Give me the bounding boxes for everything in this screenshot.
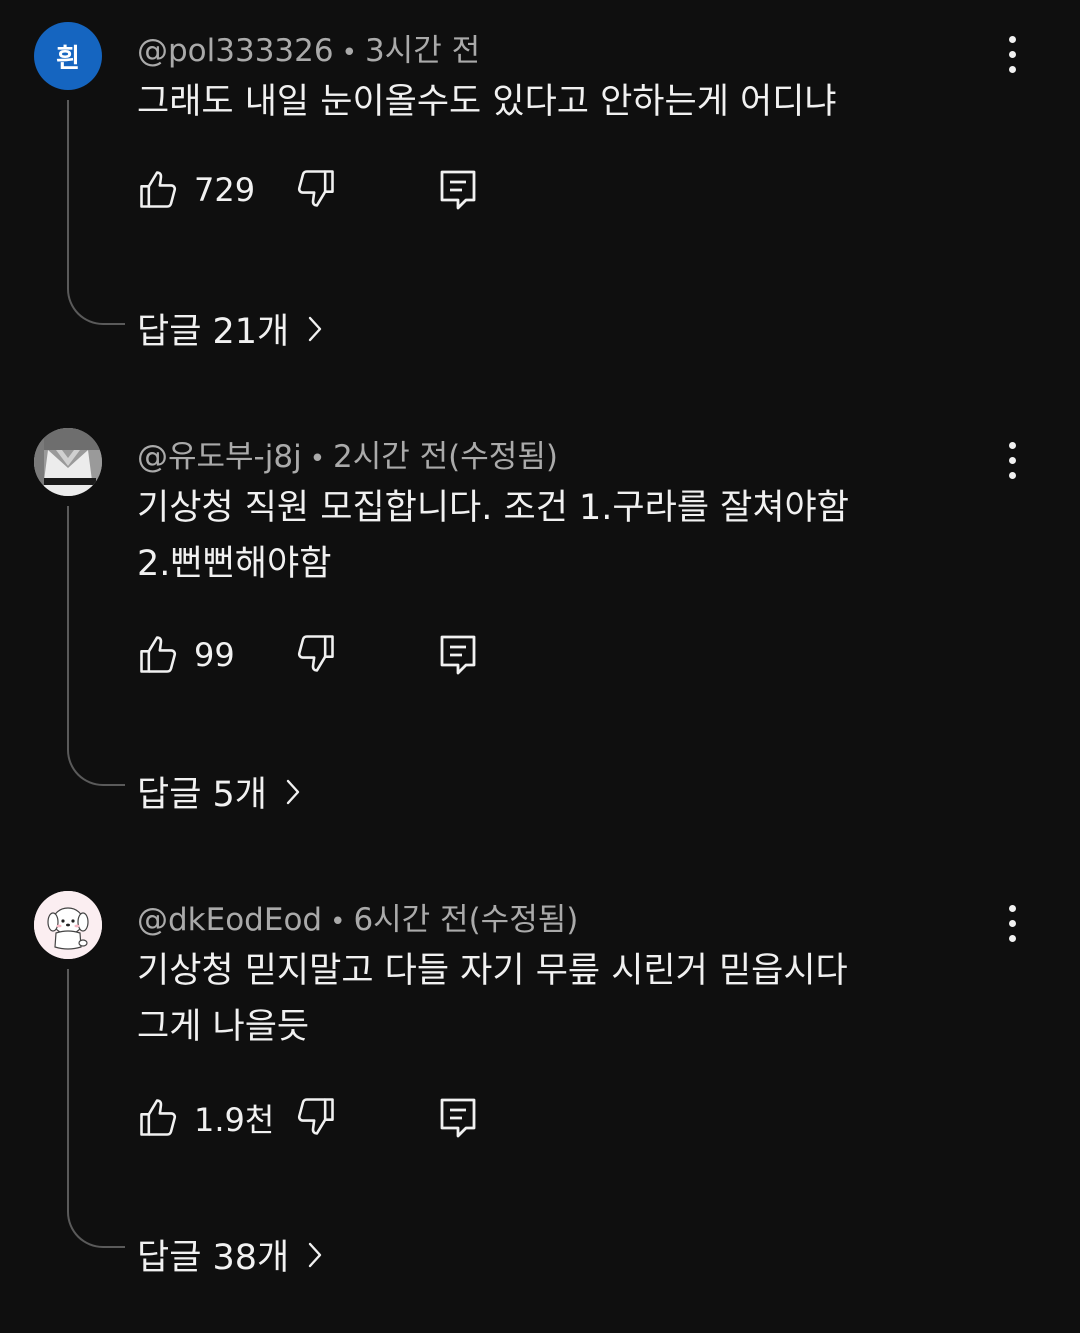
more-vertical-icon[interactable] xyxy=(992,424,1032,496)
comment-meta: @pol333326 • 3시간 전 xyxy=(137,25,480,70)
avatar-puppy xyxy=(34,891,102,959)
replies-button[interactable]: 답글 21개 xyxy=(137,303,323,354)
comment-time: 3시간 전 xyxy=(364,33,481,69)
replies-count: 답글 5개 xyxy=(137,775,267,815)
comment-meta: @dkEodEod • 6시간 전(수정됨) xyxy=(137,894,578,939)
comment-1: 흰 @pol333326 • 3시간 전 그래도 내일 눈이올수도 있다고 안하는게… xyxy=(0,0,1080,370)
avatar[interactable] xyxy=(34,891,102,959)
reply-button[interactable] xyxy=(436,1094,480,1142)
comment-text: 그래도 내일 눈이올수도 있다고 안하는게 어디냐 xyxy=(137,82,837,122)
replies-button[interactable]: 답글 5개 xyxy=(137,766,301,817)
like-button[interactable]: 99 xyxy=(136,631,235,679)
comment-actions: 99 xyxy=(136,631,536,681)
comment-author[interactable]: @pol333326 xyxy=(137,33,334,69)
replies-count: 답글 21개 xyxy=(137,312,290,352)
avatar[interactable] xyxy=(34,428,102,496)
separator-dot: • xyxy=(309,443,326,474)
comment-2: @유도부-j8j • 2시간 전(수정됨) 기상청 직원 모집합니다. 조건 1.구… xyxy=(0,406,1080,826)
chevron-right-icon xyxy=(309,316,322,341)
comment-author[interactable]: @유도부-j8j xyxy=(137,439,302,475)
thumb-down-icon xyxy=(297,170,334,207)
thumb-up-icon xyxy=(140,1099,177,1136)
thread-line xyxy=(67,506,125,786)
avatar-photo xyxy=(34,428,102,496)
like-count: 1.9천 xyxy=(194,1101,275,1139)
replies-button[interactable]: 답글 38개 xyxy=(137,1229,323,1280)
comment-text: 기상청 직원 모집합니다. 조건 1.구라를 잘쳐야함 2.뻔뻔해야함 xyxy=(137,488,849,584)
thread-line xyxy=(67,969,125,1248)
replies-count: 답글 38개 xyxy=(137,1238,290,1278)
comment-text: 기상청 믿지말고 다들 자기 무릎 시린거 믿읍시다 그게 나을듯 xyxy=(137,951,848,1047)
thumb-up-icon xyxy=(140,636,177,673)
separator-dot: • xyxy=(330,906,346,937)
comment-icon xyxy=(440,635,476,675)
reply-button[interactable] xyxy=(436,631,480,679)
reply-button[interactable] xyxy=(436,166,480,214)
more-vertical-icon[interactable] xyxy=(992,18,1032,90)
dislike-button[interactable] xyxy=(294,631,338,679)
thumb-down-icon xyxy=(297,1098,334,1135)
like-count: 99 xyxy=(194,636,235,674)
avatar[interactable]: 흰 xyxy=(34,22,102,90)
avatar-letter: 흰 xyxy=(56,43,80,74)
thread-line xyxy=(67,100,125,325)
like-count: 729 xyxy=(194,171,256,209)
separator-dot: • xyxy=(341,37,357,68)
comment-icon xyxy=(440,170,476,210)
comment-meta: @유도부-j8j • 2시간 전(수정됨) xyxy=(137,431,558,476)
like-button[interactable]: 1.9천 xyxy=(136,1094,274,1142)
dislike-button[interactable] xyxy=(294,1094,338,1142)
chevron-right-icon xyxy=(286,779,300,804)
like-button[interactable]: 729 xyxy=(136,166,255,214)
comment-actions: 1.9천 xyxy=(136,1094,536,1144)
thumb-down-icon xyxy=(297,635,334,672)
comment-icon xyxy=(440,1098,476,1138)
more-vertical-icon[interactable] xyxy=(992,887,1032,959)
comment-actions: 729 xyxy=(136,166,536,216)
chevron-right-icon xyxy=(309,1242,322,1267)
comment-3: @dkEodEod • 6시간 전(수정됨) 기상청 믿지말고 다들 자기 무릎 시… xyxy=(0,869,1080,1309)
thumb-up-icon xyxy=(140,171,177,208)
comment-time: 6시간 전(수정됨) xyxy=(353,902,579,938)
dislike-button[interactable] xyxy=(294,166,338,214)
comment-time: 2시간 전(수정됨) xyxy=(333,439,558,475)
comment-author[interactable]: @dkEodEod xyxy=(137,902,322,938)
